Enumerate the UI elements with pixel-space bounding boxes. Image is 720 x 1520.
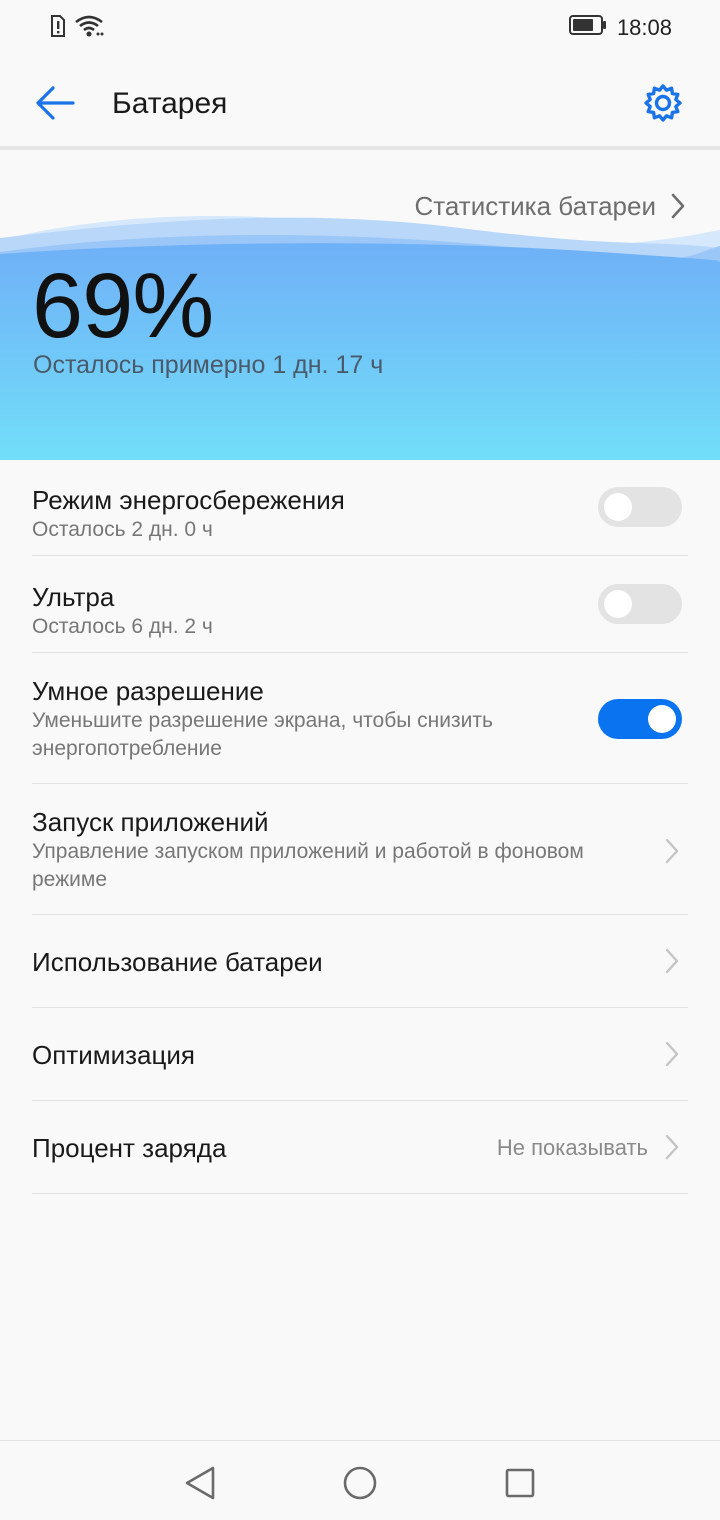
toggle-knob bbox=[604, 493, 632, 521]
battery-percentage-value: Не показывать bbox=[496, 1135, 648, 1160]
arrow-left-icon bbox=[36, 86, 75, 120]
row-subtitle: Уменьшите разрешение экрана, чтобы снизи… bbox=[32, 709, 493, 760]
nav-back-icon bbox=[185, 1466, 215, 1500]
row-title: Режим энергосбережения bbox=[32, 485, 345, 515]
row-subtitle: Управление запуском приложений и работой… bbox=[32, 840, 584, 891]
toggle-knob bbox=[604, 590, 632, 618]
battery-settings-screen: 18:08 Батарея Статистика батареи 69% Ост… bbox=[0, 0, 720, 1520]
app-header: Батарея bbox=[0, 56, 720, 148]
settings-button[interactable] bbox=[640, 80, 686, 126]
back-button[interactable] bbox=[30, 80, 80, 126]
ultra-mode-toggle[interactable] bbox=[598, 584, 682, 624]
battery-icon bbox=[568, 14, 607, 41]
chevron-right-icon bbox=[671, 193, 685, 219]
battery-percent: 69% bbox=[32, 255, 214, 357]
nav-home-button[interactable] bbox=[340, 1463, 380, 1503]
nav-recents-button[interactable] bbox=[500, 1463, 540, 1503]
chevron-right-icon bbox=[665, 838, 679, 864]
battery-usage-row[interactable]: Использование батареи bbox=[32, 915, 688, 1008]
battery-settings-list: Режим энергосбережения Осталось 2 дн. 0 … bbox=[0, 460, 720, 1194]
gear-icon bbox=[644, 84, 682, 122]
row-title: Умное разрешение bbox=[32, 676, 264, 706]
nav-home-icon bbox=[343, 1466, 377, 1500]
battery-time-remaining: Осталось примерно 1 дн. 17 ч bbox=[33, 351, 384, 379]
sim-alert-icon bbox=[50, 14, 66, 43]
smart-resolution-toggle[interactable] bbox=[598, 699, 682, 739]
chevron-right-icon bbox=[665, 948, 679, 974]
status-time: 18:08 bbox=[616, 14, 672, 40]
row-title: Ультра bbox=[32, 582, 115, 612]
toggle-knob bbox=[648, 705, 676, 733]
page-title: Батарея bbox=[112, 87, 228, 120]
smart-resolution-row[interactable]: Умное разрешение Уменьшите разрешение эк… bbox=[32, 653, 688, 784]
chevron-right-icon bbox=[665, 1134, 679, 1160]
nav-back-button[interactable] bbox=[180, 1463, 220, 1503]
battery-stats-link[interactable]: Статистика батареи bbox=[415, 190, 686, 222]
battery-hero: Статистика батареи 69% Осталось примерно… bbox=[0, 150, 720, 460]
row-title: Оптимизация bbox=[32, 1040, 196, 1070]
status-bar: 18:08 bbox=[0, 0, 720, 56]
chevron-right-icon bbox=[665, 1041, 679, 1067]
optimization-row[interactable]: Оптимизация bbox=[32, 1008, 688, 1101]
ultra-mode-row[interactable]: Ультра Осталось 6 дн. 2 ч bbox=[32, 556, 688, 653]
battery-percentage-row[interactable]: Процент заряда Не показывать bbox=[32, 1101, 688, 1194]
battery-stats-label: Статистика батареи bbox=[414, 191, 656, 221]
app-launch-row[interactable]: Запуск приложений Управление запуском пр… bbox=[32, 784, 688, 915]
nav-recents-icon bbox=[505, 1468, 535, 1498]
row-subtitle: Осталось 2 дн. 0 ч bbox=[32, 518, 213, 541]
system-nav-bar bbox=[0, 1440, 720, 1520]
power-saving-row[interactable]: Режим энергосбережения Осталось 2 дн. 0 … bbox=[32, 460, 688, 556]
power-saving-toggle[interactable] bbox=[598, 487, 682, 527]
row-title: Запуск приложений bbox=[32, 807, 269, 837]
row-title: Использование батареи bbox=[32, 947, 323, 977]
row-subtitle: Осталось 6 дн. 2 ч bbox=[32, 615, 213, 638]
row-title: Процент заряда bbox=[32, 1133, 227, 1163]
wifi-icon bbox=[74, 14, 104, 43]
